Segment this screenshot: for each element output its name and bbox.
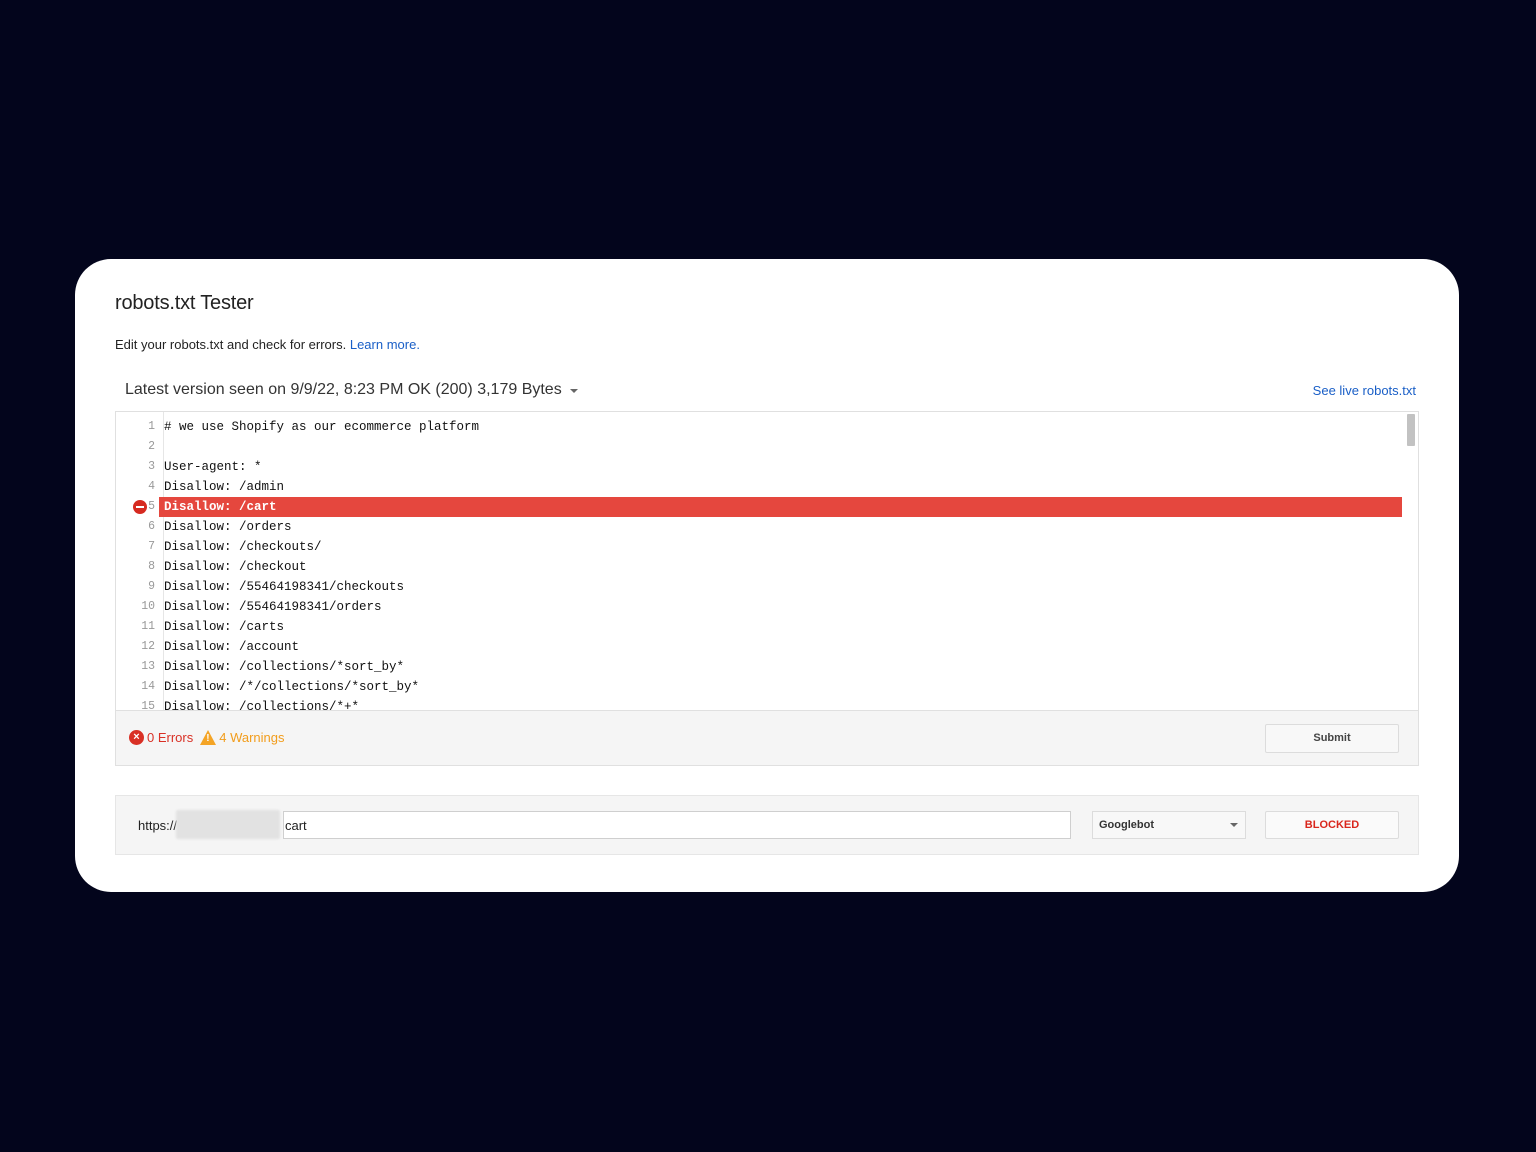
code-line[interactable]: 6 Disallow: /orders (116, 517, 1404, 537)
code-line-text[interactable]: Disallow: /55464198341/orders (159, 597, 1404, 617)
code-line[interactable]: 3 User-agent: * (116, 457, 1404, 477)
scrollbar-thumb[interactable] (1407, 414, 1415, 446)
line-number: 8 (148, 560, 155, 573)
warning-icon: ! (200, 730, 217, 745)
code-line-text[interactable] (159, 437, 1404, 457)
robots-editor[interactable]: 1 # we use Shopify as our ecommerce platf… (115, 411, 1419, 710)
line-number: 13 (141, 660, 155, 673)
line-number: 10 (141, 600, 155, 613)
code-line[interactable]: 10 Disallow: /55464198341/orders (116, 597, 1404, 617)
url-prefix: https:// (138, 818, 178, 833)
line-number: 7 (148, 540, 155, 553)
line-number: 11 (141, 620, 155, 633)
see-live-robots-link[interactable]: See live robots.txt (1313, 383, 1416, 398)
code-line-text[interactable]: Disallow: /cart (159, 497, 1402, 517)
code-line[interactable]: 5 Disallow: /cart (116, 497, 1404, 517)
code-line[interactable]: 14 Disallow: /*/collections/*sort_by* (116, 677, 1404, 697)
editor-lines[interactable]: 1 # we use Shopify as our ecommerce platf… (116, 417, 1404, 710)
page-description: Edit your robots.txt and check for error… (115, 337, 420, 352)
code-line-text[interactable]: User-agent: * (159, 457, 1404, 477)
code-line-text[interactable]: # we use Shopify as our ecommerce platfo… (159, 417, 1404, 437)
version-dropdown[interactable]: Latest version seen on 9/9/22, 8:23 PM O… (125, 381, 578, 399)
code-line-text[interactable]: Disallow: /checkouts/ (159, 537, 1404, 557)
code-line-text[interactable]: Disallow: /55464198341/checkouts (159, 577, 1404, 597)
validation-counts: × 0 Errors ! 4 Warnings (129, 730, 285, 745)
user-agent-value: Googlebot (1099, 819, 1154, 831)
code-line[interactable]: 2 (116, 437, 1404, 457)
robots-tester-card: robots.txt Tester Edit your robots.txt a… (75, 259, 1459, 892)
code-line-text[interactable]: Disallow: /admin (159, 477, 1404, 497)
redacted-domain (176, 810, 280, 839)
code-line[interactable]: 9 Disallow: /55464198341/checkouts (116, 577, 1404, 597)
line-number: 2 (148, 440, 155, 453)
submit-button[interactable]: Submit (1265, 724, 1399, 753)
errors-count[interactable]: 0 Errors (147, 730, 193, 745)
code-line[interactable]: 4 Disallow: /admin (116, 477, 1404, 497)
test-result-button[interactable]: BLOCKED (1265, 811, 1399, 839)
code-line-text[interactable]: Disallow: /*/collections/*sort_by* (159, 677, 1404, 697)
code-line-text[interactable]: Disallow: /account (159, 637, 1404, 657)
version-label: Latest version seen on 9/9/22, 8:23 PM O… (125, 381, 562, 398)
code-line-text[interactable]: Disallow: /collections/*sort_by* (159, 657, 1404, 677)
line-number: 1 (148, 420, 155, 433)
test-url-input[interactable] (283, 811, 1071, 839)
url-test-bar: https:// Googlebot BLOCKED (115, 795, 1419, 855)
code-line-text[interactable]: Disallow: /orders (159, 517, 1404, 537)
line-number: 3 (148, 460, 155, 473)
line-number: 15 (141, 700, 155, 710)
code-line-text[interactable]: Disallow: /carts (159, 617, 1404, 637)
code-line-text[interactable]: Disallow: /collections/*+* (159, 697, 1404, 710)
error-icon: × (129, 730, 144, 745)
editor-scrollbar[interactable] (1405, 412, 1417, 710)
warnings-count[interactable]: 4 Warnings (219, 730, 284, 745)
page-title: robots.txt Tester (115, 292, 254, 314)
code-line[interactable]: 13 Disallow: /collections/*sort_by* (116, 657, 1404, 677)
code-line[interactable]: 8 Disallow: /checkout (116, 557, 1404, 577)
code-line[interactable]: 1 # we use Shopify as our ecommerce platf… (116, 417, 1404, 437)
line-number: 12 (141, 640, 155, 653)
line-number: 5 (148, 500, 155, 513)
code-line-text[interactable]: Disallow: /checkout (159, 557, 1404, 577)
line-number: 4 (148, 480, 155, 493)
status-bar: × 0 Errors ! 4 Warnings Submit (115, 710, 1419, 766)
code-line[interactable]: 12 Disallow: /account (116, 637, 1404, 657)
code-line[interactable]: 15 Disallow: /collections/*+* (116, 697, 1404, 710)
code-line[interactable]: 7 Disallow: /checkouts/ (116, 537, 1404, 557)
description-text: Edit your robots.txt and check for error… (115, 337, 347, 352)
chevron-down-icon (1230, 823, 1238, 827)
line-number: 6 (148, 520, 155, 533)
user-agent-select[interactable]: Googlebot (1092, 811, 1246, 839)
chevron-down-icon (569, 389, 578, 393)
learn-more-link[interactable]: Learn more. (350, 337, 420, 352)
code-line[interactable]: 11 Disallow: /carts (116, 617, 1404, 637)
line-number: 9 (148, 580, 155, 593)
line-number: 14 (141, 680, 155, 693)
